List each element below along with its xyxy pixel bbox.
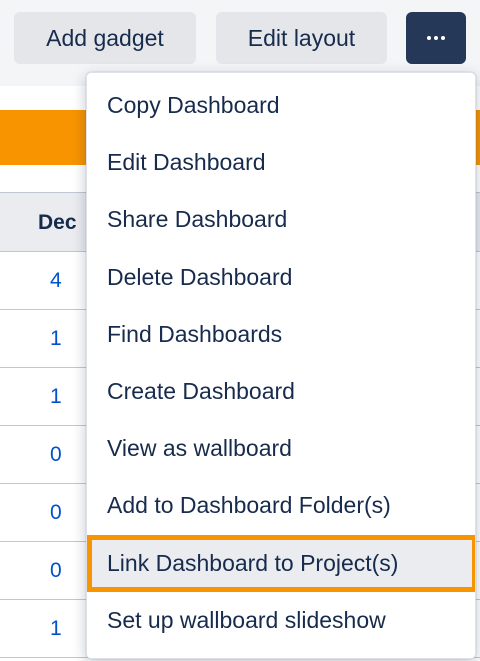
menu-item-delete-dashboard[interactable]: Delete Dashboard bbox=[87, 249, 475, 306]
menu-item-copy-dashboard[interactable]: Copy Dashboard bbox=[87, 77, 475, 134]
column-header-dec: Dec bbox=[38, 211, 77, 234]
menu-item-view-as-wallboard[interactable]: View as wallboard bbox=[87, 420, 475, 477]
dashboard-actions-menu: Copy Dashboard Edit Dashboard Share Dashbo… bbox=[86, 72, 476, 659]
table-cell-link[interactable]: 1 bbox=[50, 368, 62, 426]
add-gadget-button[interactable]: Add gadget bbox=[14, 12, 196, 64]
table-cell-link[interactable]: 0 bbox=[50, 484, 62, 542]
table-cell-link[interactable]: 0 bbox=[50, 426, 62, 484]
menu-item-find-dashboards[interactable]: Find Dashboards bbox=[87, 306, 475, 363]
menu-item-add-to-dashboard-folder[interactable]: Add to Dashboard Folder(s) bbox=[87, 477, 475, 534]
table-cell-link[interactable]: 1 bbox=[50, 600, 62, 658]
menu-item-edit-dashboard[interactable]: Edit Dashboard bbox=[87, 134, 475, 191]
table-cell-link[interactable]: 4 bbox=[50, 252, 62, 310]
menu-item-link-dashboard-to-project[interactable]: Link Dashboard to Project(s) bbox=[87, 534, 475, 592]
menu-item-set-up-wallboard-slideshow[interactable]: Set up wallboard slideshow bbox=[87, 592, 475, 649]
ellipsis-icon bbox=[406, 12, 466, 64]
menu-item-create-dashboard[interactable]: Create Dashboard bbox=[87, 363, 475, 420]
more-actions-button[interactable] bbox=[406, 12, 466, 64]
table-cell-link[interactable]: 0 bbox=[50, 542, 62, 600]
table-cell-link[interactable]: 1 bbox=[50, 310, 62, 368]
dashboard-view: Add gadget Edit layout Dec 4110001 Copy … bbox=[0, 0, 480, 661]
menu-item-share-dashboard[interactable]: Share Dashboard bbox=[87, 191, 475, 248]
edit-layout-button[interactable]: Edit layout bbox=[216, 12, 387, 64]
